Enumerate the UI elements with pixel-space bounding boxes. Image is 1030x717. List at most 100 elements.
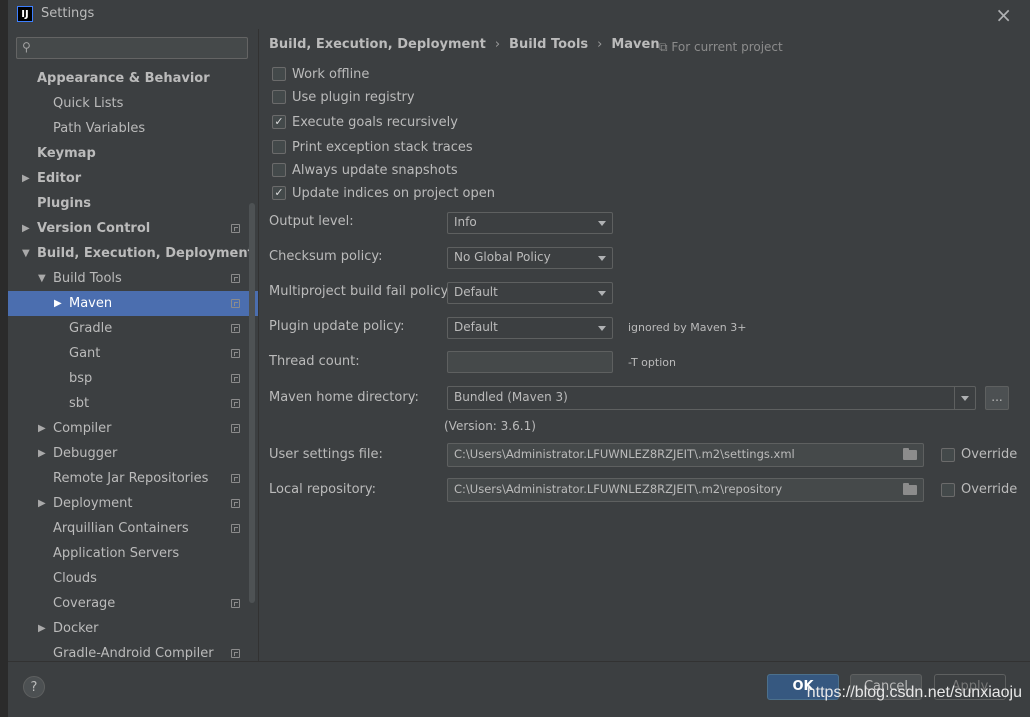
project-scope-icon	[231, 349, 240, 358]
sidebar-item-label: Compiler	[53, 421, 112, 436]
breadcrumb-separator: ›	[494, 37, 501, 52]
sidebar-item-deployment[interactable]: ▶ Deployment	[8, 491, 258, 516]
maven-home-label: Maven home directory:	[269, 390, 419, 405]
collapsed-arrow-icon[interactable]: ▶	[38, 616, 46, 641]
window-title: Settings	[41, 6, 95, 21]
unchecked-checkbox[interactable]	[272, 163, 286, 177]
sidebar-item-plugins[interactable]: Plugins	[8, 191, 258, 216]
sidebar-item-gradle[interactable]: Gradle	[8, 316, 258, 341]
output-level-dropdown[interactable]: Info	[447, 212, 613, 234]
override-label: Override	[961, 447, 1018, 462]
settings-dialog: IJ Settings × ⚲ Appearance & Behavior Qui…	[8, 0, 1030, 717]
sidebar-item-application-servers[interactable]: Application Servers	[8, 541, 258, 566]
unchecked-checkbox[interactable]	[272, 140, 286, 154]
sidebar-item-sbt[interactable]: sbt	[8, 391, 258, 416]
sidebar-item-label: Gradle-Android Compiler	[53, 646, 214, 661]
breadcrumb-build-execution[interactable]: Build, Execution, Deployment	[269, 37, 486, 52]
sidebar-scrollbar[interactable]	[249, 203, 255, 603]
sidebar-item-arquillian-containers[interactable]: Arquillian Containers	[8, 516, 258, 541]
plugin-update-policy-value: Default	[454, 320, 498, 334]
collapsed-arrow-icon[interactable]: ▶	[38, 491, 46, 516]
chevron-down-icon	[598, 326, 606, 331]
user-settings-override-checkbox[interactable]	[941, 448, 955, 462]
sidebar-item-gant[interactable]: Gant	[8, 341, 258, 366]
breadcrumb-separator: ›	[597, 37, 603, 52]
checksum-policy-dropdown[interactable]: No Global Policy	[447, 247, 613, 269]
user-settings-path: C:\Users\Administrator.LFUWNLEZ8RZJEIT\.…	[454, 447, 795, 461]
project-scope-icon	[231, 274, 240, 283]
chevron-down-icon	[961, 396, 969, 401]
scope-note: ⧉ For current project	[659, 40, 783, 55]
folder-icon[interactable]	[903, 448, 917, 460]
output-level-label: Output level:	[269, 214, 354, 229]
project-scope-icon	[231, 499, 240, 508]
multiproject-fail-policy-dropdown[interactable]: Default	[447, 282, 613, 304]
folder-icon[interactable]	[903, 483, 917, 495]
chevron-down-icon	[598, 256, 606, 261]
scope-note-label: For current project	[671, 40, 783, 54]
local-repository-field[interactable]: C:\Users\Administrator.LFUWNLEZ8RZJEIT\.…	[447, 478, 924, 502]
sidebar-item-label: Gant	[69, 346, 101, 361]
sidebar-item-quick-lists[interactable]: Quick Lists	[8, 91, 258, 116]
project-scope-icon	[231, 324, 240, 333]
settings-search[interactable]: ⚲	[16, 37, 248, 59]
sidebar-item-build-tools[interactable]: ▼ Build Tools	[8, 266, 258, 291]
sidebar-item-label: Version Control	[37, 221, 151, 236]
sidebar-item-docker[interactable]: ▶ Docker	[8, 616, 258, 641]
sidebar-item-clouds[interactable]: Clouds	[8, 566, 258, 591]
collapsed-arrow-icon[interactable]: ▶	[54, 291, 62, 316]
sidebar-item-appearance-behavior[interactable]: Appearance & Behavior	[8, 66, 258, 91]
sidebar-item-build-execution-deployment[interactable]: ▼ Build, Execution, Deployment	[8, 241, 258, 266]
watermark-text: https://blog.csdn.net/sunxiaoju	[806, 684, 1022, 701]
collapsed-arrow-icon[interactable]: ▶	[22, 216, 30, 241]
search-icon: ⚲	[22, 40, 31, 54]
sidebar-item-remote-jar-repositories[interactable]: Remote Jar Repositories	[8, 466, 258, 491]
unchecked-checkbox[interactable]	[272, 90, 286, 104]
sidebar-item-editor[interactable]: ▶ Editor	[8, 166, 258, 191]
sidebar-item-maven[interactable]: ▶ Maven	[8, 291, 258, 316]
chevron-down-icon	[598, 221, 606, 226]
project-scope-icon: ⧉	[659, 40, 668, 54]
close-icon[interactable]: ×	[995, 3, 1012, 27]
unchecked-checkbox[interactable]	[272, 67, 286, 81]
checkbox-label: Execute goals recursively	[292, 115, 458, 130]
sidebar-item-label: Build Tools	[53, 271, 122, 286]
browse-maven-home-button[interactable]: ...	[985, 386, 1009, 410]
project-scope-icon	[231, 374, 240, 383]
breadcrumb-build-tools[interactable]: Build Tools	[509, 37, 588, 52]
checked-checkbox[interactable]: ✓	[272, 115, 286, 129]
checkbox-label: Work offline	[292, 67, 370, 82]
thread-count-label: Thread count:	[269, 354, 360, 369]
help-button[interactable]: ?	[23, 676, 45, 698]
sidebar-item-coverage[interactable]: Coverage	[8, 591, 258, 616]
local-repository-override-checkbox[interactable]	[941, 483, 955, 497]
sidebar-item-path-variables[interactable]: Path Variables	[8, 116, 258, 141]
collapsed-arrow-icon[interactable]: ▶	[22, 166, 30, 191]
collapsed-arrow-icon[interactable]: ▶	[38, 441, 46, 466]
project-scope-icon	[231, 424, 240, 433]
sidebar-item-label: Quick Lists	[53, 96, 124, 111]
expanded-arrow-icon[interactable]: ▼	[38, 266, 46, 291]
sidebar-item-keymap[interactable]: Keymap	[8, 141, 258, 166]
expanded-arrow-icon[interactable]: ▼	[22, 241, 30, 266]
sidebar-item-label: Path Variables	[53, 121, 146, 136]
thread-count-input[interactable]	[447, 351, 613, 373]
plugin-update-policy-dropdown[interactable]: Default	[447, 317, 613, 339]
thread-count-hint: -T option	[628, 356, 676, 369]
project-scope-icon	[231, 524, 240, 533]
search-input[interactable]	[37, 39, 246, 59]
maven-home-combo[interactable]: Bundled (Maven 3)	[447, 386, 976, 410]
local-repository-path: C:\Users\Administrator.LFUWNLEZ8RZJEIT\.…	[454, 482, 783, 496]
checkbox-label: Use plugin registry	[292, 90, 415, 105]
sidebar-item-compiler[interactable]: ▶ Compiler	[8, 416, 258, 441]
collapsed-arrow-icon[interactable]: ▶	[38, 416, 46, 441]
sidebar-item-debugger[interactable]: ▶ Debugger	[8, 441, 258, 466]
maven-settings-panel: Build, Execution, Deployment › Build Tools…	[259, 29, 1030, 661]
settings-sidebar: ⚲ Appearance & Behavior Quick Lists Path V…	[8, 29, 258, 661]
sidebar-item-gradle-android-compiler[interactable]: Gradle-Android Compiler	[8, 641, 258, 661]
sidebar-item-bsp[interactable]: bsp	[8, 366, 258, 391]
checked-checkbox[interactable]: ✓	[272, 186, 286, 200]
sidebar-item-label: bsp	[69, 371, 93, 386]
sidebar-item-version-control[interactable]: ▶ Version Control	[8, 216, 258, 241]
user-settings-field[interactable]: C:\Users\Administrator.LFUWNLEZ8RZJEIT\.…	[447, 443, 924, 467]
